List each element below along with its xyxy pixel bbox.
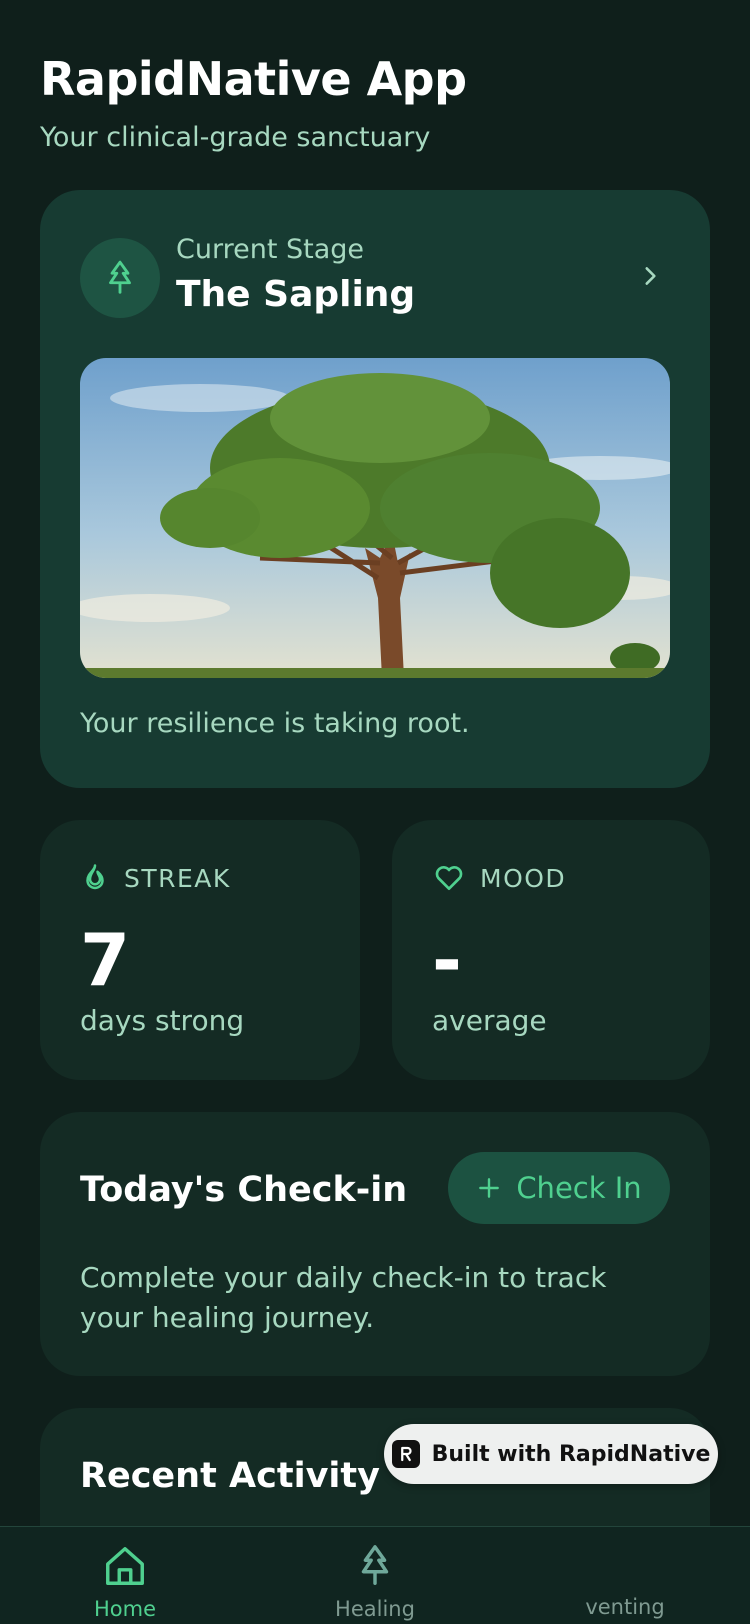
recent-activity-title: Recent Activity <box>80 1456 380 1496</box>
tree-icon <box>109 260 131 294</box>
checkin-title: Today's Check-in <box>80 1170 408 1210</box>
built-with-badge[interactable]: Built with RapidNative <box>384 1424 718 1484</box>
app-title: RapidNative App <box>40 52 467 106</box>
bottom-tab-bar: Home Healing venting <box>0 1526 750 1624</box>
mood-value: - <box>432 918 462 1002</box>
tab-venting-label: venting <box>585 1595 665 1619</box>
stage-label: Current Stage <box>176 234 365 265</box>
stage-icon-circle <box>80 238 160 318</box>
mood-label: MOOD <box>480 863 567 893</box>
rapidnative-logo-icon <box>391 1440 420 1468</box>
streak-card: STREAK 7 days strong <box>40 820 360 1080</box>
stage-name: The Sapling <box>176 274 416 315</box>
tab-venting[interactable]: venting <box>525 1543 725 1619</box>
streak-label: STREAK <box>124 863 231 893</box>
flame-icon <box>86 864 104 890</box>
tab-home-label: Home <box>93 1597 156 1621</box>
tree-icon <box>361 1545 389 1585</box>
check-in-button[interactable]: Check In <box>448 1152 670 1224</box>
mood-caption: average <box>432 1004 547 1037</box>
heart-icon <box>435 866 463 890</box>
checkin-card: Today's Check-in Check In Complete your … <box>40 1112 710 1376</box>
stage-message: Your resilience is taking root. <box>80 708 470 739</box>
built-with-text: Built with RapidNative <box>431 1441 711 1467</box>
tree-image <box>80 358 670 678</box>
tab-home[interactable]: Home <box>25 1543 225 1621</box>
streak-caption: days strong <box>80 1004 245 1037</box>
checkin-description: Complete your daily check-in to track yo… <box>80 1261 607 1334</box>
chevron-right-icon[interactable] <box>630 256 670 296</box>
current-stage-card[interactable]: Current Stage The Sapling Your resilienc… <box>40 190 710 788</box>
streak-value: 7 <box>80 918 131 1002</box>
tab-healing-label: Healing <box>335 1597 415 1621</box>
mood-card: MOOD - average <box>392 820 710 1080</box>
home-icon <box>106 1547 144 1585</box>
check-in-button-label: Check In <box>516 1171 642 1205</box>
tab-healing[interactable]: Healing <box>275 1543 475 1621</box>
plus-icon <box>479 1178 500 1198</box>
app-subtitle: Your clinical-grade sanctuary <box>40 122 431 153</box>
